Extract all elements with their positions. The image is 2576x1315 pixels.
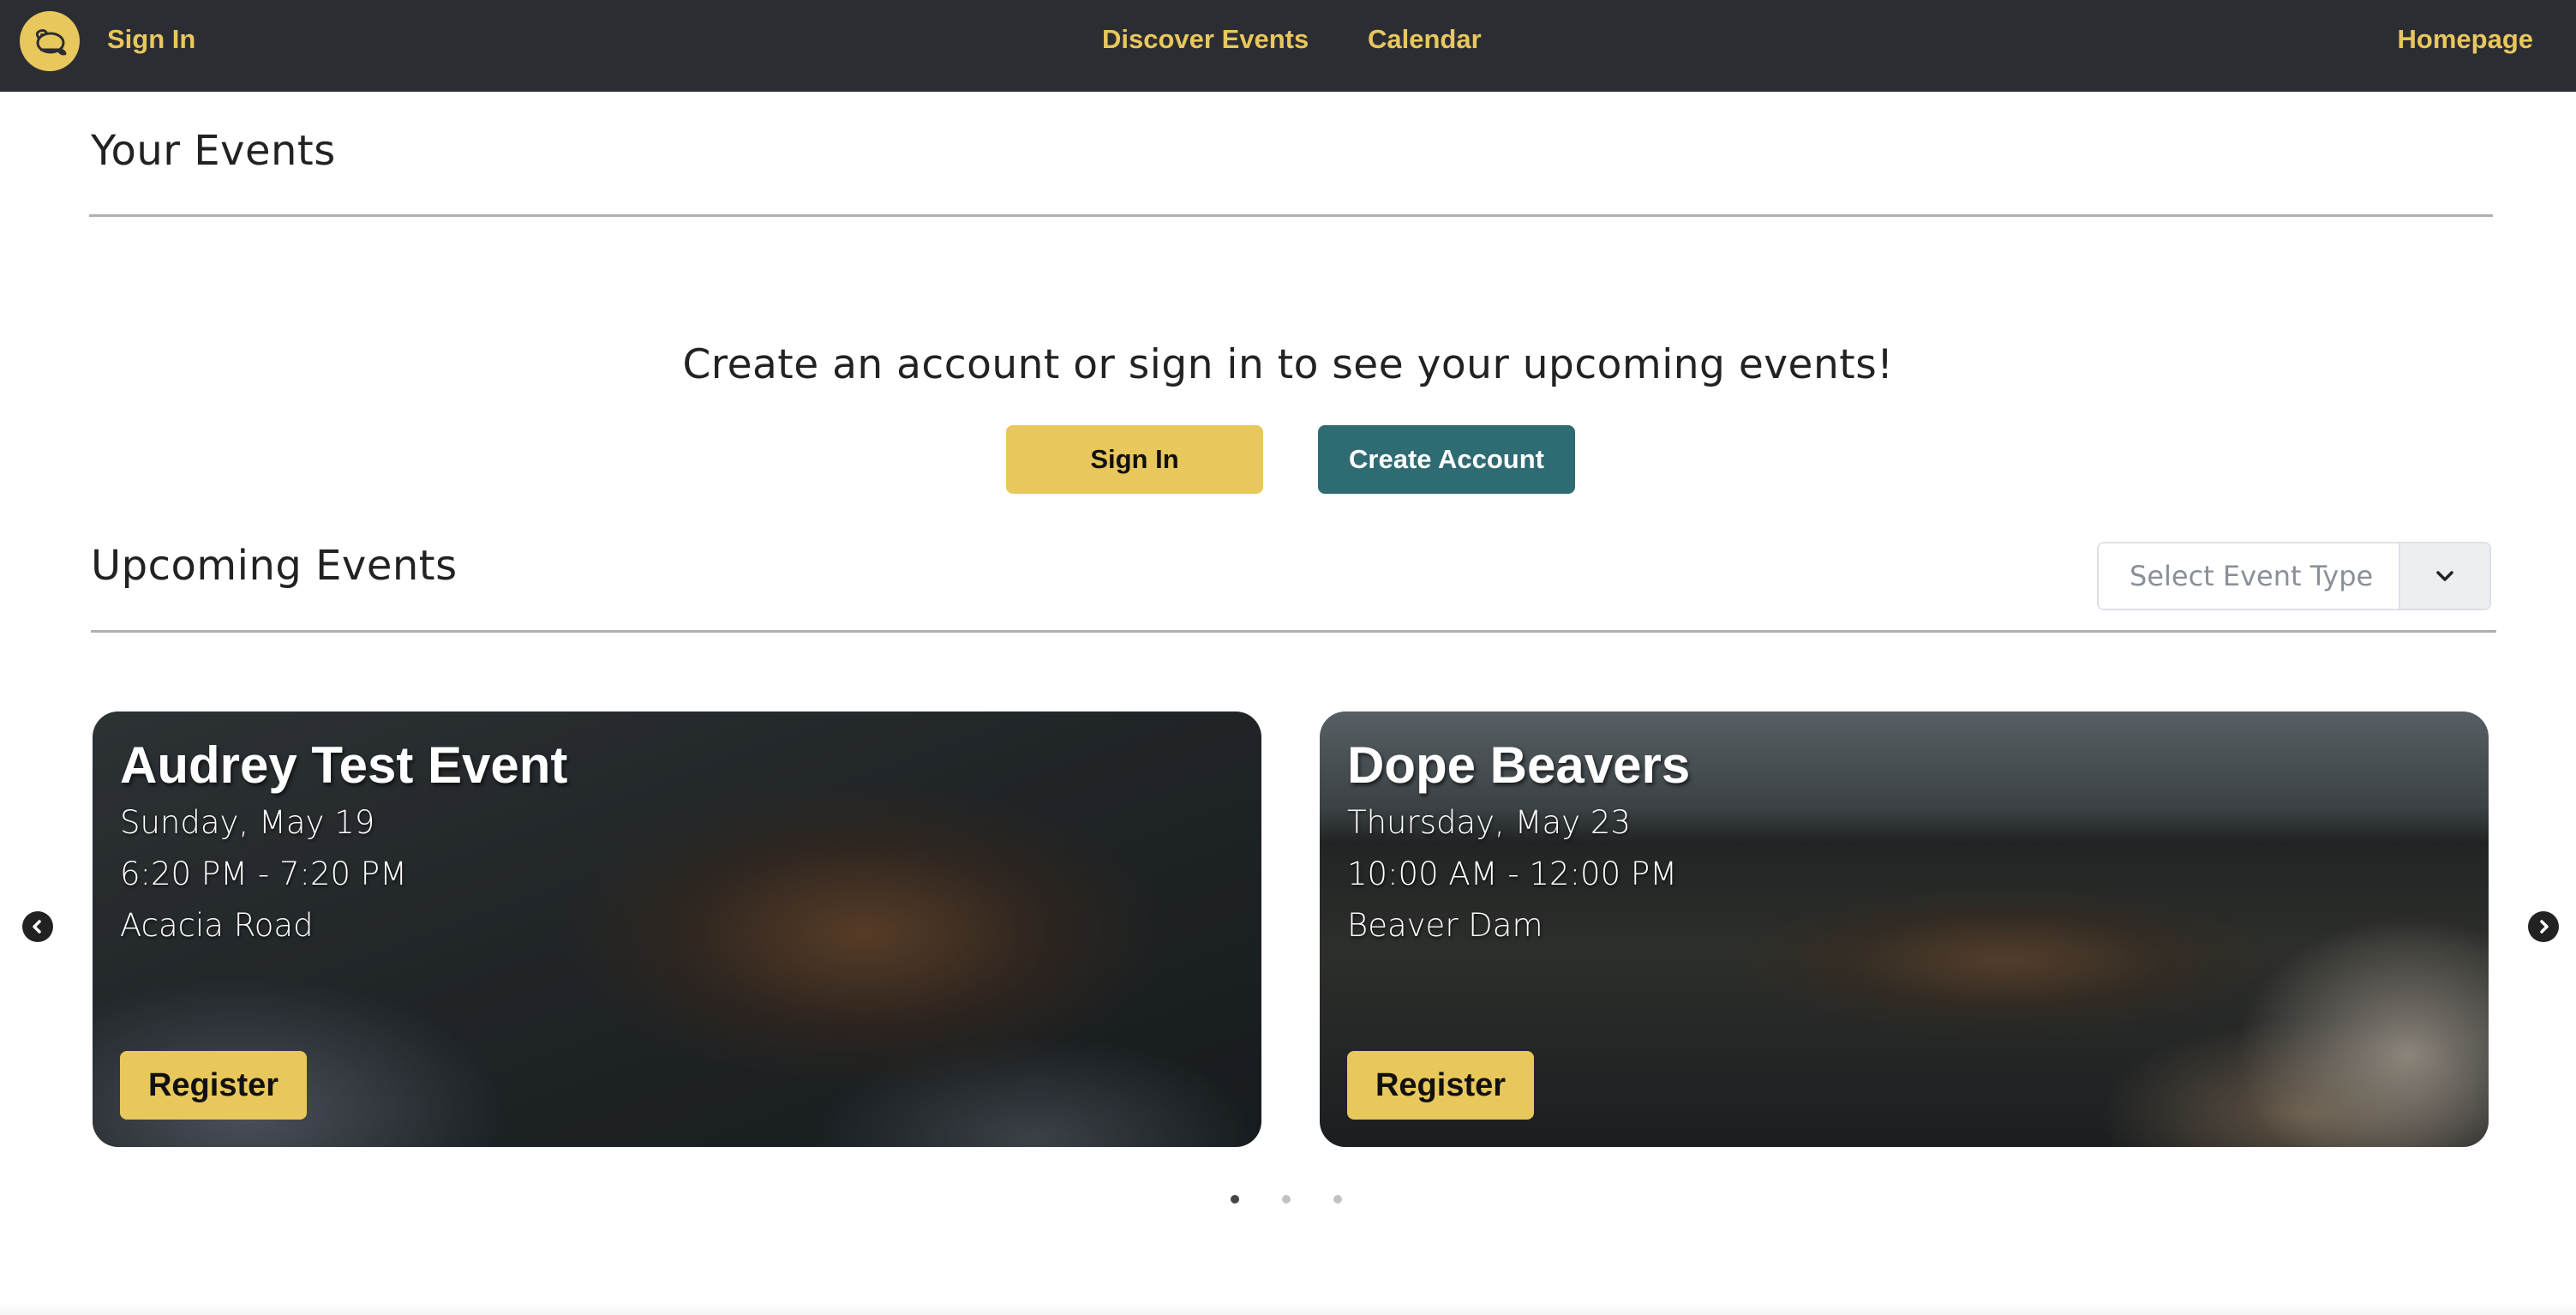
sign-in-prompt: Create an account or sign in to see your…: [682, 341, 1894, 388]
event-date: Thursday, May 23: [1347, 804, 1631, 841]
chevron-right-icon: [2540, 920, 2549, 934]
carousel-prev-button[interactable]: [22, 911, 53, 942]
carousel-dot[interactable]: [1333, 1195, 1342, 1204]
event-time: 6:20 PM - 7:20 PM: [120, 856, 408, 892]
event-card[interactable]: Dope Beavers Thursday, May 23 10:00 AM -…: [1320, 712, 2489, 1147]
chevron-down-icon: [2436, 571, 2453, 581]
event-card[interactable]: Audrey Test Event Sunday, May 19 6:20 PM…: [93, 712, 1261, 1147]
chevron-left-icon: [33, 920, 41, 934]
your-events-heading: Your Events: [91, 127, 336, 175]
top-navbar: Sign In Discover Events Calendar Homepag…: [0, 0, 2576, 92]
select-toggle-button[interactable]: [2399, 543, 2489, 609]
carousel-dot[interactable]: [1231, 1195, 1239, 1204]
event-title: Dope Beavers: [1347, 736, 1691, 794]
register-button[interactable]: Register: [120, 1051, 307, 1120]
register-button[interactable]: Register: [1347, 1051, 1534, 1120]
event-title: Audrey Test Event: [120, 736, 568, 794]
event-location: Acacia Road: [120, 907, 314, 944]
section-divider: [89, 214, 2493, 217]
event-type-select[interactable]: Select Event Type: [2097, 542, 2491, 610]
carousel-dot[interactable]: [1282, 1195, 1291, 1204]
event-time: 10:00 AM - 12:00 PM: [1347, 856, 1678, 892]
sign-in-button[interactable]: Sign In: [1006, 425, 1263, 494]
event-location: Beaver Dam: [1347, 907, 1543, 944]
carousel-next-button[interactable]: [2528, 911, 2559, 942]
event-type-select-placeholder[interactable]: Select Event Type: [2099, 543, 2399, 609]
nav-calendar-link[interactable]: Calendar: [1368, 24, 1482, 55]
nav-sign-in-link[interactable]: Sign In: [107, 24, 195, 55]
create-account-button[interactable]: Create Account: [1318, 425, 1575, 494]
section-divider: [91, 630, 2496, 633]
nav-discover-events-link[interactable]: Discover Events: [1102, 24, 1309, 55]
nav-homepage-link[interactable]: Homepage: [2398, 24, 2533, 55]
upcoming-events-heading: Upcoming Events: [91, 542, 458, 590]
carousel-pagination: [1231, 1195, 1342, 1204]
beaver-logo-icon[interactable]: [20, 11, 80, 71]
event-date: Sunday, May 19: [120, 804, 375, 841]
